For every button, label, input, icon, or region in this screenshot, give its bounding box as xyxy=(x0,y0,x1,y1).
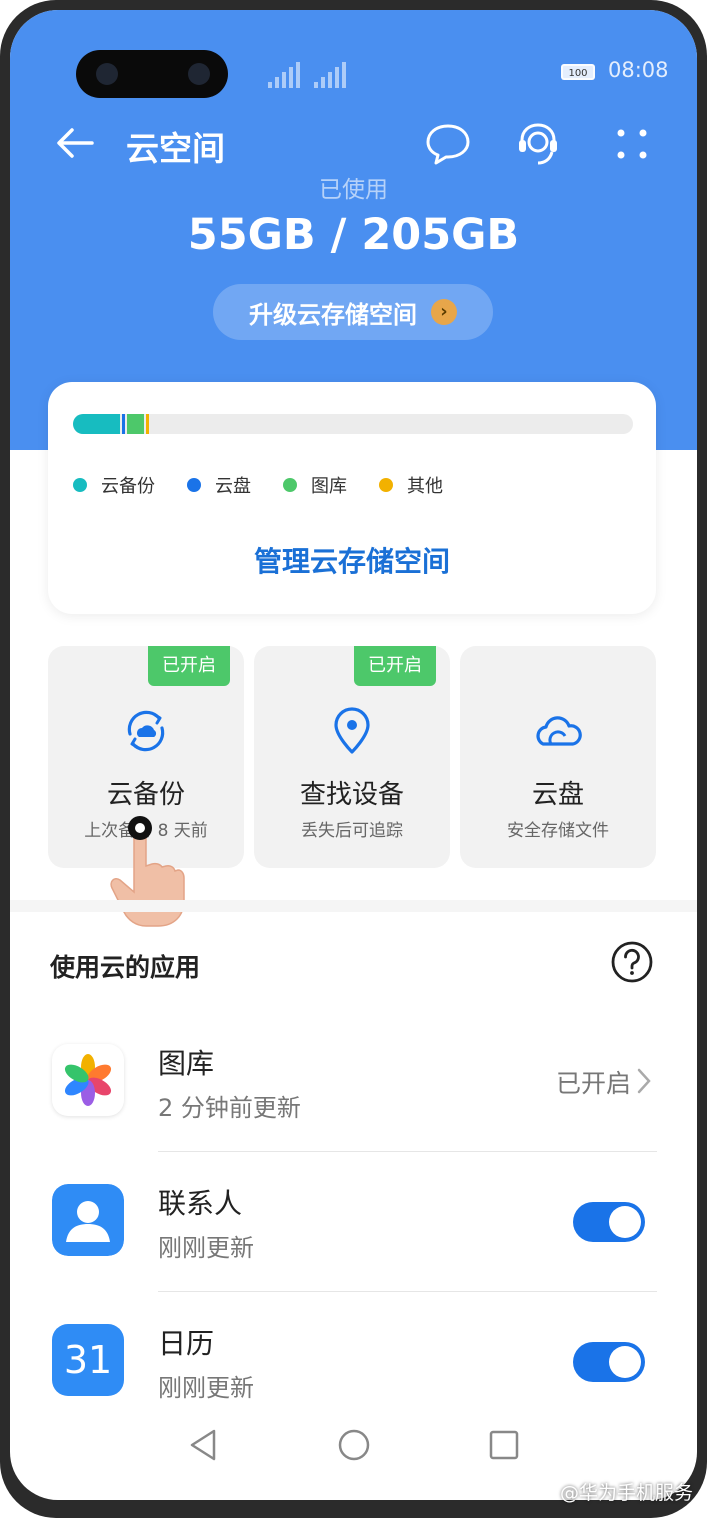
legend-dot xyxy=(379,478,393,492)
storage-legend: 云备份 云盘 图库 其他 xyxy=(73,472,443,498)
tile-title: 云备份 xyxy=(106,780,185,810)
camera-cutout xyxy=(76,50,228,98)
cloud-backup-icon xyxy=(127,710,165,752)
cloud-drive-icon xyxy=(536,716,582,746)
watermark: @华为手机服务 xyxy=(559,1482,693,1504)
tile-title: 云盘 xyxy=(531,780,584,810)
legend-item-cloud-drive: 云盘 xyxy=(187,472,251,498)
storage-segment-cloud-drive xyxy=(121,414,125,434)
legend-dot xyxy=(283,478,297,492)
nav-recents-icon[interactable] xyxy=(484,1425,524,1465)
manage-storage-link[interactable]: 管理云存储空间 xyxy=(48,540,656,580)
app-name: 联系人 xyxy=(158,1187,243,1220)
chat-bubble-icon[interactable] xyxy=(424,120,472,168)
status-badge: 已开启 xyxy=(354,646,436,686)
app-subtitle: 刚刚更新 xyxy=(158,1234,254,1262)
nav-back-icon[interactable] xyxy=(184,1425,224,1465)
app-name: 图库 xyxy=(158,1047,215,1080)
legend-dot xyxy=(73,478,87,492)
signal-icon xyxy=(314,62,346,88)
chevron-right-icon xyxy=(637,1068,651,1094)
storage-segment-cloud-backup xyxy=(73,414,120,434)
storage-segment-other xyxy=(145,414,149,434)
legend-item-other: 其他 xyxy=(379,472,443,498)
camera-lens-icon xyxy=(96,63,118,85)
storage-card: 云备份 云盘 图库 其他 管理云存储空间 xyxy=(48,382,656,614)
app-name: 日历 xyxy=(158,1327,215,1360)
navigation-bar xyxy=(10,1410,697,1480)
legend-dot xyxy=(187,478,201,492)
calendar-icon: 31 xyxy=(52,1324,124,1396)
contacts-icon xyxy=(52,1184,124,1256)
legend-item-gallery: 图库 xyxy=(283,472,347,498)
app-row-contacts: 联系人 刚刚更新 xyxy=(10,1152,697,1292)
legend-label: 云备份 xyxy=(101,476,155,497)
section-title: 使用云的应用 xyxy=(50,953,201,982)
nav-home-icon[interactable] xyxy=(334,1425,374,1465)
usage-value: 55GB / 205GB xyxy=(187,210,520,260)
location-pin-icon xyxy=(334,707,370,754)
calendar-sync-toggle[interactable] xyxy=(573,1342,645,1382)
upgrade-storage-button[interactable]: 升级云存储空间 › xyxy=(213,284,493,340)
status-time: 08:08 xyxy=(608,58,669,82)
app-row-gallery[interactable]: 图库 2 分钟前更新 已开启 xyxy=(10,1012,697,1152)
tile-find-device[interactable]: 已开启 查找设备 丢失后可追踪 xyxy=(254,646,450,868)
section-divider xyxy=(10,900,697,912)
gallery-icon xyxy=(52,1044,124,1116)
chevron-right-icon: › xyxy=(431,299,457,325)
upgrade-storage-label: 升级云存储空间 xyxy=(249,300,417,329)
calendar-icon-date: 31 xyxy=(63,1338,113,1382)
usage-label: 已使用 xyxy=(319,177,388,203)
screen: 100 08:08 云空间 已使用 55GB / 205GB 升级云存储空间 › xyxy=(10,10,697,1500)
tile-subtitle: 安全存储文件 xyxy=(507,821,609,841)
page-title: 云空间 xyxy=(126,129,225,168)
back-arrow-icon[interactable] xyxy=(52,120,98,166)
toggle-knob xyxy=(609,1206,641,1238)
contacts-sync-toggle[interactable] xyxy=(573,1202,645,1242)
app-subtitle: 2 分钟前更新 xyxy=(158,1094,301,1122)
more-options-icon[interactable] xyxy=(608,120,656,168)
tile-title: 查找设备 xyxy=(299,780,404,810)
status-badge: 已开启 xyxy=(148,646,230,686)
toggle-knob xyxy=(609,1346,641,1378)
phone-frame: 100 08:08 云空间 已使用 55GB / 205GB 升级云存储空间 › xyxy=(0,0,707,1518)
help-icon[interactable] xyxy=(610,940,654,984)
customer-service-icon[interactable] xyxy=(514,120,562,168)
app-status: 已开启 xyxy=(555,1069,631,1098)
storage-segment-gallery xyxy=(126,414,144,434)
tile-subtitle: 丢失后可追踪 xyxy=(301,821,403,841)
legend-label: 图库 xyxy=(311,476,347,497)
legend-item-cloud-backup: 云备份 xyxy=(73,472,155,498)
battery-icon: 100 xyxy=(561,64,595,80)
app-subtitle: 刚刚更新 xyxy=(158,1374,254,1402)
signal-icon xyxy=(268,62,300,88)
storage-bar xyxy=(73,414,633,434)
camera-lens-icon xyxy=(188,63,210,85)
tile-cloud-drive[interactable]: 云盘 安全存储文件 xyxy=(460,646,656,868)
legend-label: 云盘 xyxy=(215,476,251,497)
legend-label: 其他 xyxy=(407,476,443,497)
